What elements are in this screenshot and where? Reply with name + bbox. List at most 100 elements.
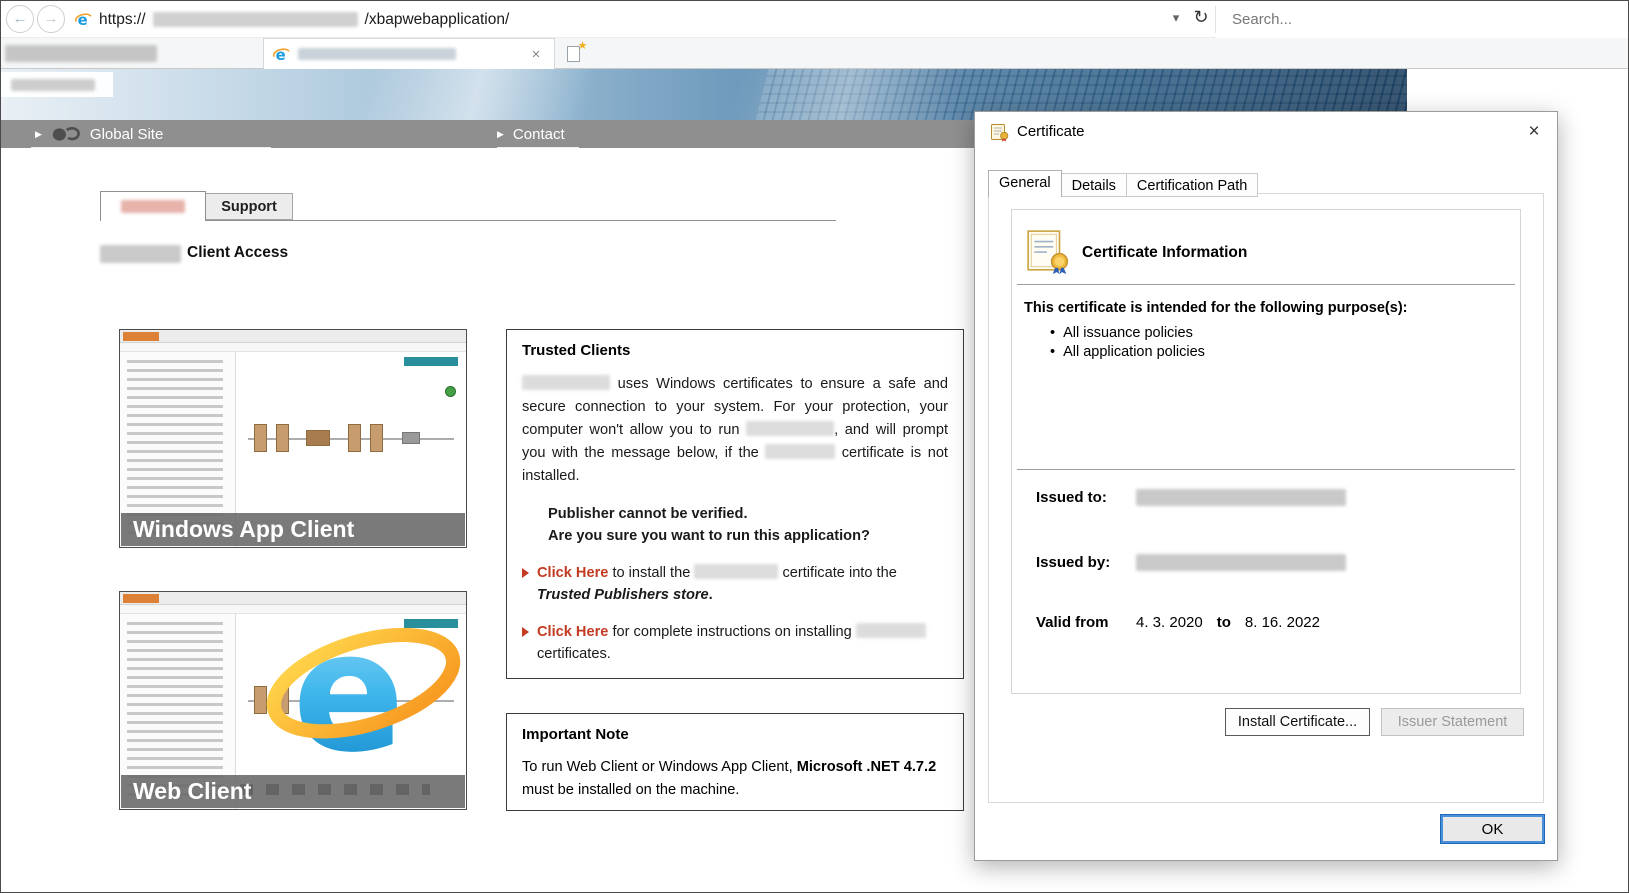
bullet-icon: • [1050,343,1055,362]
page-tab-support[interactable]: Support [205,193,293,220]
dialog-title: Certificate [1017,123,1085,140]
page-tab-product[interactable] [100,191,206,221]
address-dropdown-caret[interactable]: ▾ [1165,10,1187,26]
red-arrow-icon [522,568,529,578]
new-tab-button[interactable]: ★ [559,41,587,67]
certificate-information-title: Certificate Information [1082,244,1247,262]
separator [1017,284,1515,285]
mini-status-dot [445,386,456,397]
refresh-icon[interactable]: ↻ [1189,7,1213,28]
redacted-product-name [746,421,834,436]
install-certificate-link[interactable]: Click Here [537,565,608,581]
link-text: certificate into the [778,565,896,581]
purpose-heading: This certificate is intended for the fol… [1024,300,1407,316]
certificate-icon [990,122,1010,142]
windows-app-client-image: Windows App Client [119,329,467,548]
link-text: for complete instructions on installing [608,624,855,640]
trusted-clients-title: Trusted Clients [522,342,948,359]
redacted-product-tab-label [121,200,185,213]
tab-details[interactable]: Details [1062,173,1127,197]
red-arrow-icon [522,627,529,637]
purpose-item: • All application policies [1050,343,1205,362]
globe-icon [51,126,81,143]
search-input[interactable] [1216,1,1628,38]
general-tab-page: Certificate Information This certificate… [988,193,1544,803]
back-button[interactable]: ← [6,5,34,33]
redacted-product-name [765,444,835,459]
redacted-logo [11,79,95,91]
install-certificate-link-row: Click Here to install the certificate in… [522,563,948,607]
nav-global-site[interactable]: ▶ Global Site [31,120,271,148]
redacted-product-name [694,564,778,579]
dialog-close-button[interactable]: × [1511,112,1557,152]
ie-favicon [75,11,92,28]
page-heading: Client Access [187,244,288,262]
nav-contact[interactable]: ▶ Contact [497,120,579,148]
certificate-info-panel: Certificate Information This certificate… [1011,209,1521,694]
link-text: certificates. [537,646,611,662]
instructions-link[interactable]: Click Here [537,624,608,640]
separator [1017,469,1515,470]
star-icon: ★ [578,39,588,52]
redacted-url-host [153,12,358,27]
support-tab-label: Support [221,199,277,215]
issued-to-row: Issued to: [1036,489,1504,506]
mini-titlebar [120,330,466,343]
tab-general[interactable]: General [988,170,1062,197]
redacted-issued-to-value [1136,489,1346,506]
valid-from-label: Valid from [1036,614,1136,631]
install-certificate-button[interactable]: Install Certificate... [1225,708,1370,736]
purpose-text: All issuance policies [1063,324,1193,343]
trusted-publishers-store-text: Trusted Publishers store [537,587,709,603]
trusted-clients-panel: Trusted Clients uses Windows certificate… [506,329,964,679]
url-path: /xbapwebapplication/ [365,11,510,29]
mini-schematic-block [276,424,289,452]
redacted-tab-title [298,48,456,60]
browser-window: ← → https:// /xbapwebapplication/ ▾ ↻ × … [0,0,1629,893]
mini-logo [123,594,159,603]
forward-button[interactable]: → [37,5,65,33]
to-label: to [1217,614,1231,631]
chevron-right-icon: ▶ [497,130,504,139]
mini-tree-lines [127,622,223,799]
trusted-clients-paragraph: uses Windows certificates to ensure a sa… [522,373,948,488]
mini-schematic-block [370,424,383,452]
warning-line-1: Publisher cannot be verified. [548,504,948,526]
valid-row: Valid from 4. 3. 2020 to 8. 16. 2022 [1036,614,1504,631]
back-icon: ← [13,10,28,27]
mini-brand-mark [404,357,458,366]
link-text: to install the [608,565,694,581]
valid-to-value: 8. 16. 2022 [1245,614,1320,631]
ok-button[interactable]: OK [1440,814,1545,844]
purpose-text: All application policies [1063,343,1205,362]
mini-schematic-block [254,424,267,452]
mini-schematic-block [306,430,330,446]
publisher-warning: Publisher cannot be verified. Are you su… [548,504,948,548]
important-note-panel: Important Note To run Web Client or Wind… [506,713,964,811]
browser-tab[interactable]: × [263,38,555,69]
tab-underline [100,220,836,221]
tab-certification-path[interactable]: Certification Path [1127,173,1258,197]
address-field[interactable]: https:// /xbapwebapplication/ [75,1,1165,38]
web-client-image: e Web Client [119,591,467,810]
instructions-link-row: Click Here for complete instructions on … [522,622,948,666]
certificate-dialog: Certificate × General Details Certificat… [974,111,1558,861]
url-scheme: https:// [99,11,146,29]
period: . [709,587,713,603]
issuer-statement-button[interactable]: Issuer Statement [1381,708,1524,736]
important-note-paragraph: To run Web Client or Windows App Client,… [522,756,948,801]
ie-tab-icon [273,46,290,63]
note-text: To run Web Client or Windows App Client, [522,759,797,775]
redacted-issued-by-value [1136,554,1346,571]
note-text: must be installed on the machine. [522,782,739,798]
purpose-list: •All issuance policies • All application … [1050,324,1205,362]
mini-schematic-block [402,432,420,444]
valid-from-value: 4. 3. 2020 [1136,614,1203,631]
certificate-large-icon [1025,228,1071,274]
site-logo [1,72,113,97]
web-client-caption: Web Client [121,775,465,808]
nav-global-site-label: Global Site [90,126,163,143]
purpose-item: •All issuance policies [1050,324,1205,343]
issued-by-row: Issued by: [1036,554,1504,571]
close-tab-button[interactable]: × [527,46,545,63]
